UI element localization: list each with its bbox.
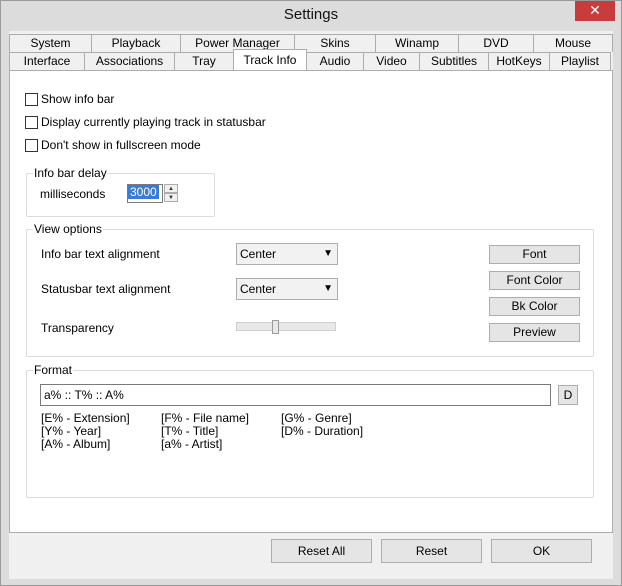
transparency-slider-thumb[interactable] (272, 320, 279, 334)
transparency-label: Transparency (41, 321, 114, 335)
window-title: Settings (283, 6, 339, 23)
tab-row-2: Interface Associations Tray Track Info A… (9, 49, 611, 70)
view-options-title: View options (33, 222, 103, 236)
fullscreen-hide-label: Don't show in fullscreen mode (41, 138, 201, 152)
delay-input[interactable]: 3000 (127, 184, 163, 203)
info-align-value: Center (240, 247, 277, 261)
info-align-label: Info bar text alignment (41, 247, 160, 261)
statusbar-track-checkbox[interactable] (25, 115, 38, 129)
statusbar-track-label: Display currently playing track in statu… (41, 115, 266, 129)
reset-button[interactable]: Reset (381, 539, 482, 563)
dialog-client: System Playback Power Manager Skins Wina… (9, 31, 613, 579)
chevron-down-icon: ▼ (323, 283, 333, 294)
tab-tray[interactable]: Tray (174, 52, 234, 70)
show-info-bar-checkbox-row[interactable]: Show info bar (25, 92, 114, 106)
tab-track-info[interactable]: Track Info (233, 49, 307, 70)
info-bar-delay-group: Info bar delay milliseconds 3000 ▲ ▼ (26, 166, 215, 217)
tab-associations[interactable]: Associations (84, 52, 175, 70)
tab-audio[interactable]: Audio (306, 52, 364, 70)
format-group: Format a% :: T% :: A% D [E% - Extension]… (26, 363, 594, 498)
info-align-select[interactable]: Center ▼ (236, 243, 338, 265)
bk-color-button[interactable]: Bk Color (489, 297, 580, 316)
status-align-label: Statusbar text alignment (41, 282, 171, 296)
chevron-down-icon: ▼ (323, 248, 333, 259)
tab-playlist[interactable]: Playlist (549, 52, 611, 70)
show-info-bar-checkbox[interactable] (25, 92, 38, 106)
view-options-group: View options Info bar text alignment Cen… (26, 222, 594, 357)
legend-artist: [a% - Artist] (161, 437, 223, 451)
font-color-button[interactable]: Font Color (489, 271, 580, 290)
default-format-button[interactable]: D (558, 385, 578, 405)
transparency-slider[interactable] (236, 322, 336, 331)
tab-subtitles[interactable]: Subtitles (419, 52, 489, 70)
preview-button[interactable]: Preview (489, 323, 580, 342)
ok-button[interactable]: OK (491, 539, 592, 563)
reset-all-button[interactable]: Reset All (271, 539, 372, 563)
legend-duration: [D% - Duration] (281, 424, 364, 438)
settings-window: Settings ✕ System Playback Power Manager… (0, 0, 622, 586)
title-bar: Settings ✕ (1, 1, 621, 31)
delay-spinner[interactable]: ▲ ▼ (164, 184, 178, 203)
tab-system[interactable]: System (9, 34, 92, 52)
tab-row-1: System Playback Power Manager Skins Wina… (9, 34, 613, 52)
info-bar-delay-title: Info bar delay (33, 166, 108, 180)
font-button[interactable]: Font (489, 245, 580, 264)
legend-album: [A% - Album] (41, 437, 111, 451)
spin-down-icon[interactable]: ▼ (164, 193, 178, 202)
close-icon[interactable]: ✕ (575, 1, 615, 21)
tab-video[interactable]: Video (363, 52, 420, 70)
tab-dvd[interactable]: DVD (458, 34, 534, 52)
tab-mouse[interactable]: Mouse (533, 34, 613, 52)
show-info-bar-label: Show info bar (41, 92, 115, 106)
format-title: Format (33, 363, 74, 377)
tab-interface[interactable]: Interface (9, 52, 85, 70)
status-align-value: Center (240, 282, 277, 296)
tab-playback[interactable]: Playback (91, 34, 181, 52)
statusbar-track-checkbox-row[interactable]: Display currently playing track in statu… (25, 115, 266, 129)
fullscreen-hide-checkbox-row[interactable]: Don't show in fullscreen mode (25, 138, 201, 152)
tab-winamp[interactable]: Winamp (375, 34, 459, 52)
track-info-page: Show info bar Display currently playing … (9, 70, 613, 533)
status-align-select[interactable]: Center ▼ (236, 278, 338, 300)
tab-hotkeys[interactable]: HotKeys (488, 52, 550, 70)
fullscreen-hide-checkbox[interactable] (25, 138, 38, 152)
format-input[interactable]: a% :: T% :: A% (40, 384, 551, 406)
milliseconds-label: milliseconds (40, 187, 106, 201)
delay-value: 3000 (128, 185, 159, 199)
spin-up-icon[interactable]: ▲ (164, 184, 178, 193)
